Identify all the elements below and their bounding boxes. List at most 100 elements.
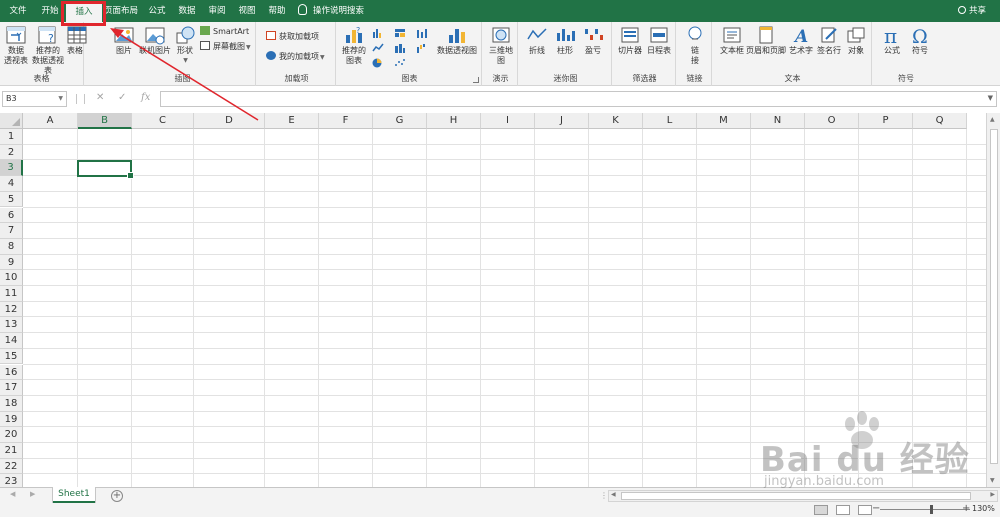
column-header-a[interactable]: A [23, 113, 78, 129]
row-header-3[interactable]: 3 [0, 160, 23, 177]
statistic-chart-icon[interactable] [394, 43, 406, 53]
column-header-l[interactable]: L [643, 113, 697, 129]
pivot-chart-button[interactable]: 数据透视图 [434, 25, 480, 56]
sparkline-winloss-button[interactable]: 盈亏 [580, 25, 606, 56]
add-sheet-icon[interactable]: + [111, 490, 123, 502]
sparkline-line-button[interactable]: 折线 [524, 25, 550, 56]
tab-file[interactable]: 文件 [4, 0, 32, 22]
tab-home[interactable]: 开始 [36, 0, 64, 22]
column-header-p[interactable]: P [859, 113, 913, 129]
scroll-down-icon[interactable]: ▼ [990, 477, 995, 484]
object-button[interactable]: 对象 [844, 25, 868, 56]
signature-line-button[interactable]: 签名行 [816, 25, 842, 56]
row-header-17[interactable]: 17 [0, 380, 23, 396]
chevron-down-icon[interactable]: ▼ [58, 92, 63, 106]
column-header-d[interactable]: D [194, 113, 265, 129]
symbol-button[interactable]: Ω 符号 [906, 25, 934, 56]
row-header-10[interactable]: 10 [0, 270, 23, 286]
pie-chart-icon[interactable] [372, 58, 384, 68]
page-layout-view-icon[interactable] [836, 505, 850, 515]
expand-formula-bar-icon[interactable]: ▼ [988, 94, 993, 102]
row-header-2[interactable]: 2 [0, 144, 23, 161]
select-all-button[interactable] [0, 113, 23, 129]
zoom-in-icon[interactable]: + [962, 503, 970, 514]
row-header-16[interactable]: 16 [0, 364, 23, 381]
3d-map-button[interactable]: 三维地 图 [486, 25, 516, 66]
column-header-c[interactable]: C [132, 113, 194, 129]
zoom-slider-knob[interactable] [930, 505, 933, 514]
column-chart-icon[interactable] [372, 28, 384, 38]
row-header-5[interactable]: 5 [0, 191, 23, 208]
row-header-6[interactable]: 6 [0, 207, 23, 224]
scroll-left-icon[interactable]: ◀ [611, 491, 616, 498]
enter-icon[interactable]: ✓ [118, 92, 126, 103]
vertical-scroll-thumb[interactable] [990, 129, 998, 464]
screenshot-button[interactable]: 屏幕截图▼ [200, 41, 251, 53]
formula-input[interactable]: ▼ [160, 91, 997, 107]
column-header-j[interactable]: J [535, 113, 589, 129]
row-header-22[interactable]: 22 [0, 458, 23, 475]
row-header-1[interactable]: 1 [0, 129, 23, 145]
sheet-tab-sheet1[interactable]: Sheet1 [53, 487, 95, 503]
link-button[interactable]: 链 接 [682, 25, 708, 66]
column-header-m[interactable]: M [697, 113, 751, 129]
column-header-q[interactable]: Q [913, 113, 967, 129]
column-header-i[interactable]: I [481, 113, 535, 129]
row-header-23[interactable]: 23 [0, 474, 23, 487]
row-header-15[interactable]: 15 [0, 348, 23, 365]
horizontal-scroll-thumb[interactable] [621, 492, 971, 500]
column-header-e[interactable]: E [265, 113, 319, 129]
column-header-b[interactable]: B [78, 113, 132, 129]
row-header-21[interactable]: 21 [0, 443, 23, 459]
scroll-right-icon[interactable]: ▶ [990, 491, 995, 498]
row-header-11[interactable]: 11 [0, 286, 23, 302]
recommended-charts-button[interactable]: ? 推荐的 图表 [340, 25, 368, 66]
row-header-18[interactable]: 18 [0, 395, 23, 412]
my-addins-button[interactable]: 我的加载项▼ [266, 51, 325, 63]
tab-help[interactable]: 帮助 [264, 0, 290, 22]
waterfall-chart-icon[interactable] [416, 43, 428, 53]
zoom-level[interactable]: 130% [972, 504, 995, 513]
name-box[interactable]: B3 ▼ [2, 91, 67, 107]
slicer-button[interactable]: 切片器 [616, 25, 644, 56]
row-header-14[interactable]: 14 [0, 333, 23, 349]
line-chart-icon[interactable] [372, 43, 384, 53]
column-header-f[interactable]: F [319, 113, 373, 129]
row-header-13[interactable]: 13 [0, 317, 23, 334]
column-header-o[interactable]: O [805, 113, 859, 129]
horizontal-scrollbar[interactable]: ◀ ▶ [608, 490, 998, 502]
smartart-button[interactable]: SmartArt [200, 26, 249, 38]
row-header-9[interactable]: 9 [0, 254, 23, 271]
recommended-pivot-button[interactable]: ? 推荐的 数据透视表 [30, 25, 66, 76]
table-button[interactable]: 表格 [66, 25, 87, 56]
text-box-button[interactable]: 文本框 [718, 25, 746, 56]
tab-review[interactable]: 审阅 [204, 0, 230, 22]
sheet-next-icon[interactable]: ▶ [30, 490, 35, 498]
column-header-n[interactable]: N [751, 113, 805, 129]
active-cell-b3[interactable] [77, 160, 134, 179]
shapes-button[interactable]: 形状 ▼ [172, 25, 198, 66]
charts-dialog-launcher[interactable] [473, 77, 479, 83]
vertical-scrollbar[interactable]: ▲ ▼ [986, 113, 1000, 487]
normal-view-icon[interactable] [814, 505, 828, 515]
pivot-table-button[interactable]: 数据 透视表 [2, 25, 30, 66]
equation-button[interactable]: π 公式 [878, 24, 906, 56]
insert-function-icon[interactable]: fx [141, 92, 150, 103]
combo-bar-icon[interactable] [416, 28, 428, 38]
tab-formulas[interactable]: 公式 [144, 0, 170, 22]
online-pictures-button[interactable]: 联机图片 [138, 25, 172, 56]
tab-data[interactable]: 数据 [174, 0, 200, 22]
column-header-g[interactable]: G [373, 113, 427, 129]
row-header-20[interactable]: 20 [0, 427, 23, 443]
worksheet-grid[interactable]: ABCDEFGHIJKLMNOPQ 1 2 3 4 5 6 7 8 9 10 11 12 13 14 15 1… [0, 113, 986, 487]
pictures-button[interactable]: 图片 [112, 25, 136, 56]
column-header-h[interactable]: H [427, 113, 481, 129]
row-header-8[interactable]: 8 [0, 238, 23, 255]
share-button[interactable]: 共享 [957, 0, 986, 22]
wordart-button[interactable]: A 艺术字 [788, 25, 814, 56]
sparkline-column-button[interactable]: 柱形 [552, 25, 578, 56]
zoom-slider[interactable] [880, 505, 970, 514]
scatter-chart-icon[interactable] [394, 58, 406, 68]
row-header-4[interactable]: 4 [0, 176, 23, 192]
scroll-up-icon[interactable]: ▲ [990, 116, 995, 123]
